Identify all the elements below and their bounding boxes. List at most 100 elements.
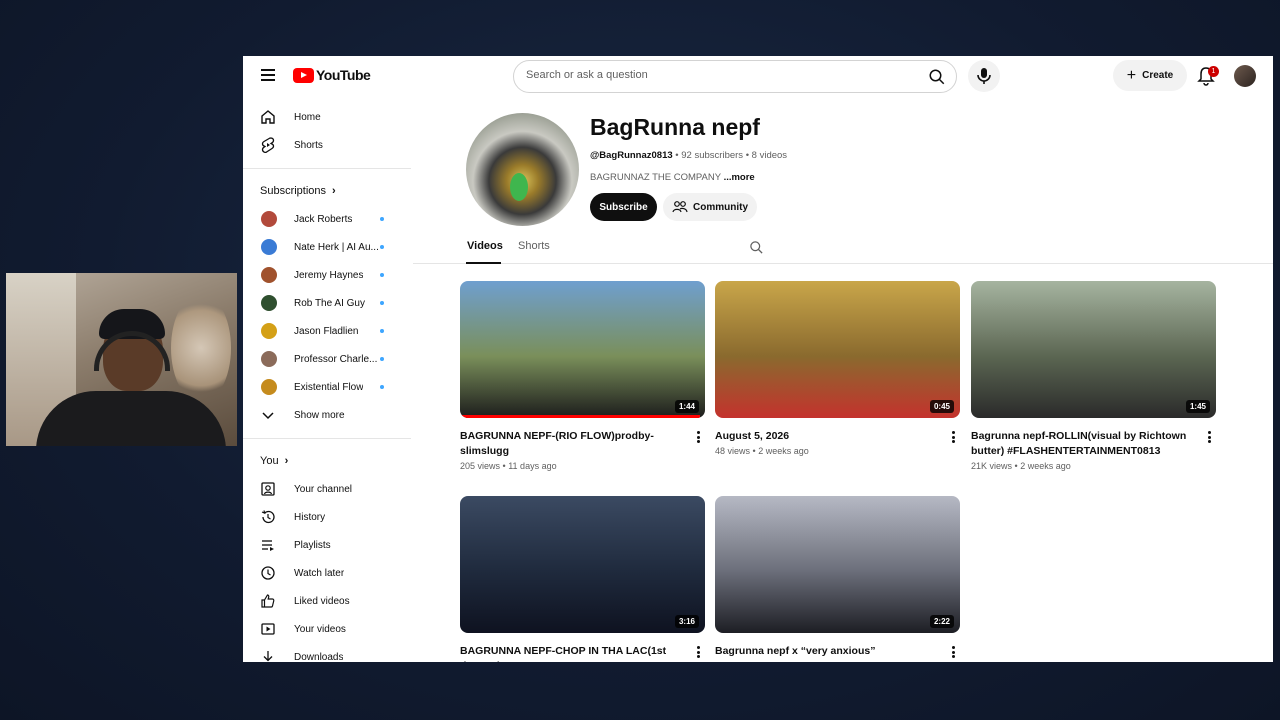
sidebar: Home Shorts Subscriptions › Jack Roberts… [243, 96, 413, 662]
community-button[interactable]: Community [663, 193, 757, 221]
video-card[interactable]: 3:16 BAGRUNNA NEPF-CHOP IN THA LAC(1st d… [460, 496, 705, 662]
more-actions-icon[interactable] [950, 646, 956, 660]
subscriber-count: 92 subscribers [681, 150, 744, 161]
more-actions-icon[interactable] [695, 646, 701, 660]
video-thumbnail[interactable]: 1:44 [460, 281, 705, 418]
channel-description[interactable]: BAGRUNNAZ THE COMPANY ...more [590, 172, 755, 183]
account-avatar[interactable] [1234, 65, 1256, 87]
sidebar-item-liked-videos[interactable]: Liked videos [243, 587, 413, 615]
sidebar-item-playlists[interactable]: Playlists [243, 531, 413, 559]
more-link[interactable]: ...more [724, 172, 755, 183]
video-thumbnail[interactable]: 1:45 [971, 281, 1216, 418]
sidebar-item-label: Shorts [294, 139, 323, 151]
video-meta: 48 views • 2 weeks ago [715, 446, 809, 456]
youtube-window: YouTube + Create 1 Home Shorts Subscript… [243, 56, 1273, 662]
video-duration: 1:45 [1185, 400, 1210, 413]
webcam-overlay [6, 273, 237, 446]
sidebar-item-label: Home [294, 111, 321, 123]
meta-separator: • [502, 461, 506, 471]
sidebar-item-shorts[interactable]: Shorts [243, 131, 413, 159]
video-count: 8 videos [751, 150, 788, 161]
channel-name: BagRunna nepf [590, 114, 760, 140]
meta-separator: • [1014, 461, 1018, 471]
sidebar-subscription-existential-flow[interactable]: Existential Flow [243, 373, 413, 401]
sidebar-item-label: Jack Roberts [294, 213, 353, 225]
shorts-icon [261, 137, 275, 153]
tab-videos[interactable]: Videos [467, 240, 503, 252]
video-duration: 0:45 [929, 400, 954, 413]
youtube-play-icon [293, 67, 314, 83]
view-count: 21K views [971, 461, 1013, 471]
sidebar-item-label: Rob The AI Guy [294, 297, 365, 309]
video-card[interactable]: 2:22 Bagrunna nepf x “very anxious” [715, 496, 960, 658]
subscriptions-header[interactable]: Subscriptions › [260, 185, 336, 197]
video-title[interactable]: BAGRUNNA NEPF-(RIO FLOW)prodby-slimslugg [460, 429, 680, 459]
sidebar-show-more[interactable]: Show more [243, 401, 413, 429]
you-label: You [260, 455, 279, 467]
search-box[interactable] [513, 60, 957, 93]
sidebar-subscription-nate-herk[interactable]: Nate Herk | AI Au... [243, 233, 413, 261]
community-icon [672, 201, 688, 213]
sidebar-divider [243, 168, 411, 169]
sidebar-item-watch-later[interactable]: Watch later [243, 559, 413, 587]
more-actions-icon[interactable] [950, 431, 956, 445]
subscribe-button[interactable]: Subscribe [590, 193, 657, 221]
more-actions-icon[interactable] [695, 431, 701, 445]
chevron-right-icon: › [332, 185, 336, 197]
search-input[interactable] [526, 69, 916, 81]
sidebar-subscription-professor-charles[interactable]: Professor Charle... [243, 345, 413, 373]
sidebar-subscription-jack-roberts[interactable]: Jack Roberts [243, 205, 413, 233]
chevron-right-icon: › [284, 455, 289, 467]
sidebar-item-label: Your videos [294, 623, 346, 635]
sidebar-item-downloads[interactable]: Downloads [243, 643, 413, 662]
menu-icon[interactable] [261, 69, 275, 81]
community-label: Community [693, 201, 748, 213]
sidebar-item-label: Professor Charle... [294, 353, 378, 365]
sidebar-item-your-channel[interactable]: Your channel [243, 475, 413, 503]
sidebar-item-label: Downloads [294, 651, 344, 663]
watch-later-icon [261, 566, 275, 580]
channel-search-icon[interactable] [749, 240, 764, 255]
video-card[interactable]: 1:44 BAGRUNNA NEPF-(RIO FLOW)prodby-slim… [460, 281, 705, 471]
webcam-background-lamp [171, 293, 231, 403]
video-card[interactable]: 0:45 August 5, 2026 48 views • 2 weeks a… [715, 281, 960, 456]
top-bar: YouTube + Create 1 [243, 56, 1273, 96]
active-tab-indicator [466, 262, 501, 264]
video-thumbnail[interactable]: 0:45 [715, 281, 960, 418]
sidebar-item-home[interactable]: Home [243, 103, 413, 131]
sidebar-subscription-jason-fladlien[interactable]: Jason Fladlien [243, 317, 413, 345]
video-title[interactable]: August 5, 2026 [715, 429, 935, 444]
voice-search-button[interactable] [968, 60, 1000, 92]
chevron-down-icon [262, 412, 274, 420]
sidebar-item-your-videos[interactable]: Your videos [243, 615, 413, 643]
sidebar-item-label: Jason Fladlien [294, 325, 359, 337]
new-content-dot [380, 329, 384, 333]
create-button[interactable]: + Create [1113, 60, 1187, 91]
more-actions-icon[interactable] [1206, 431, 1212, 445]
description-text: BAGRUNNAZ THE COMPANY [590, 172, 721, 183]
new-content-dot [380, 273, 384, 277]
tab-shorts[interactable]: Shorts [518, 240, 550, 252]
sidebar-subscription-rob-the-ai-guy[interactable]: Rob The AI Guy [243, 289, 413, 317]
channel-handle: @BagRunnaz0813 [590, 150, 673, 161]
youtube-logo[interactable]: YouTube [293, 67, 371, 83]
video-thumbnail[interactable]: 2:22 [715, 496, 960, 633]
sidebar-item-label: Watch later [294, 567, 345, 579]
sidebar-item-label: Liked videos [294, 595, 350, 607]
search-icon[interactable] [928, 68, 946, 86]
video-thumbnail[interactable]: 3:16 [460, 496, 705, 633]
plus-icon: + [1126, 66, 1137, 84]
new-content-dot [380, 385, 384, 389]
sidebar-subscription-jeremy-haynes[interactable]: Jeremy Haynes [243, 261, 413, 289]
channel-avatar-large[interactable] [466, 113, 579, 226]
video-card[interactable]: 1:45 Bagrunna nepf-ROLLIN(visual by Rich… [971, 281, 1216, 471]
notification-badge: 1 [1208, 66, 1219, 77]
video-title[interactable]: BAGRUNNA NEPF-CHOP IN THA LAC(1st day ou… [460, 644, 680, 662]
sidebar-item-history[interactable]: History [243, 503, 413, 531]
video-title[interactable]: Bagrunna nepf-ROLLIN(visual by Richtown … [971, 429, 1191, 459]
meta-separator: • [675, 150, 679, 161]
you-header[interactable]: You › [260, 455, 288, 467]
history-icon [261, 510, 275, 524]
video-title[interactable]: Bagrunna nepf x “very anxious” [715, 644, 935, 659]
channel-avatar [261, 211, 277, 227]
